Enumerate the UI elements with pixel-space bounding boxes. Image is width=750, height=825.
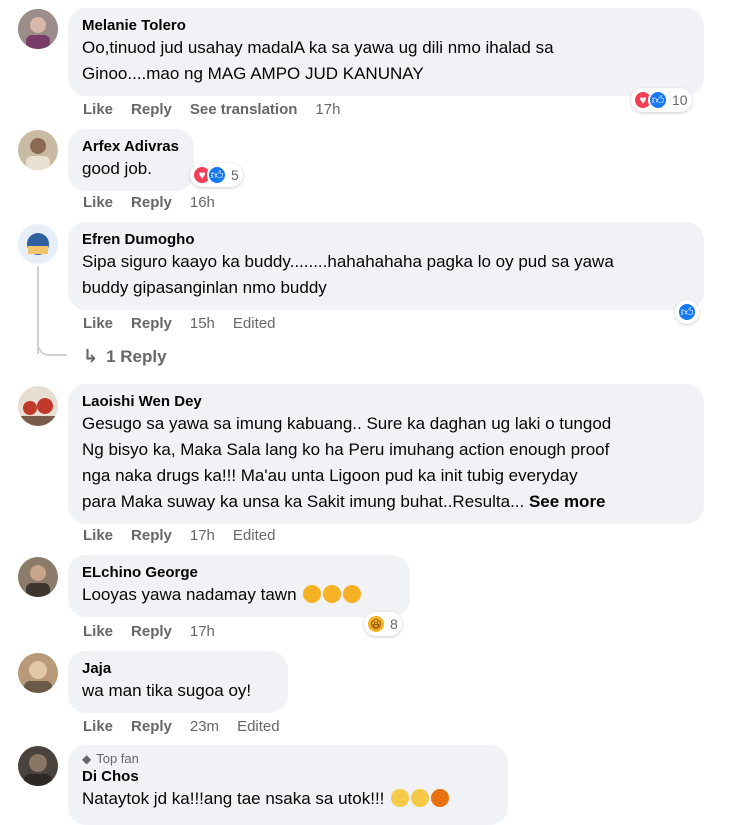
like-icon: 👍︎ — [677, 302, 697, 322]
reply-button[interactable]: Reply — [131, 623, 172, 640]
comment-bubble: ◆ Top fan Di Chos Nataytok jd ka!!!ang t… — [68, 745, 508, 825]
comment-author[interactable]: Jaja — [82, 659, 274, 678]
comment-text-fragment: para Maka suway ka unsa ka Sakit imung b… — [82, 492, 525, 511]
comment-bubble: Jaja wa man tika sugoa oy! — [68, 651, 288, 713]
comment-text-fragment: Nataytok jd ka!!!ang tae nsaka sa utok!!… — [82, 789, 385, 808]
like-button[interactable]: Like — [83, 101, 113, 118]
reaction-count: 5 — [231, 167, 239, 183]
reaction-summary[interactable]: 😆︎ 8 — [364, 612, 402, 636]
comment-text-fragment: Looyas yawa nadamay tawn — [82, 585, 297, 604]
top-fan-badge: ◆ Top fan — [82, 751, 494, 767]
like-button[interactable]: Like — [83, 194, 113, 211]
comment-text-line: Gesugo sa yawa sa imung kabuang.. Sure k… — [82, 414, 612, 433]
comment-actions: Like Reply 15h Edited — [83, 315, 293, 332]
comment-text-line: Sipa siguro kaayo ka buddy........hahaha… — [82, 252, 614, 271]
comment-text-line: para Maka suway ka unsa ka Sakit imung b… — [82, 489, 690, 515]
timestamp[interactable]: 17h — [190, 623, 215, 640]
reaction-count: 8 — [390, 616, 398, 632]
avatar[interactable] — [18, 386, 58, 426]
avatar[interactable] — [18, 557, 58, 597]
comment-author[interactable]: Arfex Adivras — [82, 137, 180, 156]
avatar[interactable] — [18, 653, 58, 693]
comment-bubble: Melanie Tolero Oo,tinuod jud usahay mada… — [68, 8, 704, 96]
comment-bubble: Laoishi Wen Dey Gesugo sa yawa sa imung … — [68, 384, 704, 524]
reply-button[interactable]: Reply — [131, 315, 172, 332]
laughing-emoji-icon — [323, 585, 342, 603]
like-button[interactable]: Like — [83, 718, 113, 735]
comment-text-line: Looyas yawa nadamay tawn — [82, 582, 396, 608]
angry-emoji-icon — [431, 789, 450, 807]
comment-actions: Like Reply 17h Edited — [83, 527, 293, 544]
comment-author[interactable]: ELchino George — [82, 563, 396, 582]
edited-label: Edited — [232, 315, 276, 332]
comment-bubble: Arfex Adivras good job. — [68, 129, 194, 191]
edited-label: Edited — [237, 718, 280, 735]
sad-emoji-icon — [411, 789, 430, 807]
avatar[interactable] — [18, 224, 58, 264]
comment-bubble: Efren Dumogho Sipa siguro kaayo ka buddy… — [68, 222, 704, 310]
comment-text-line: Ng bisyo ka, Maka Sala lang ko ha Peru i… — [82, 440, 610, 459]
comment-text-line: nga naka drugs ka!!! Ma'au unta Ligoon p… — [82, 466, 578, 485]
comment-actions: Like Reply 23m Edited — [83, 718, 298, 735]
comment-text-line: Ginoo....mao ng MAG AMPO JUD KANUNAY — [82, 64, 424, 83]
eye-roll-emoji-icon — [391, 789, 410, 807]
replies-count: 1 Reply — [106, 346, 167, 366]
timestamp[interactable]: 17h — [315, 101, 340, 118]
timestamp[interactable]: 17h — [190, 527, 215, 544]
laughing-emoji-icon — [343, 585, 362, 603]
timestamp[interactable]: 15h — [190, 315, 215, 332]
comment-text-line: Oo,tinuod jud usahay madalA ka sa yawa u… — [82, 38, 554, 57]
reply-button[interactable]: Reply — [131, 718, 172, 735]
comment-text-line: wa man tika sugoa oy! — [82, 681, 252, 700]
timestamp[interactable]: 23m — [190, 718, 219, 735]
comment-author[interactable]: Di Chos — [82, 767, 494, 786]
comment-text-line: good job. — [82, 159, 152, 178]
reaction-summary[interactable]: ♥ 👍︎ 5 — [190, 163, 243, 187]
like-icon: 👍︎ — [207, 165, 227, 185]
comment-author[interactable]: Melanie Tolero — [82, 16, 690, 35]
reaction-summary[interactable]: ♥ 👍︎ 10 — [631, 88, 692, 112]
view-replies-link[interactable]: ↳ 1 Reply — [83, 346, 167, 367]
timestamp[interactable]: 16h — [190, 194, 215, 211]
laughing-emoji-icon — [303, 585, 322, 603]
diamond-icon: ◆ — [82, 752, 92, 766]
comment-text-line: buddy gipasanginlan nmo buddy — [82, 278, 327, 297]
edited-label: Edited — [232, 527, 276, 544]
like-button[interactable]: Like — [83, 527, 113, 544]
haha-icon: 😆︎ — [366, 614, 386, 634]
like-button[interactable]: Like — [83, 315, 113, 332]
comment-bubble: ELchino George Looyas yawa nadamay tawn — [68, 555, 410, 617]
reaction-summary[interactable]: 👍︎ — [675, 300, 699, 324]
avatar[interactable] — [18, 746, 58, 786]
reply-button[interactable]: Reply — [131, 194, 172, 211]
comment-text-line: Nataytok jd ka!!!ang tae nsaka sa utok!!… — [82, 786, 494, 812]
comment-author[interactable]: Efren Dumogho — [82, 230, 690, 249]
comment-author[interactable]: Laoishi Wen Dey — [82, 392, 690, 411]
like-icon: 👍︎ — [648, 90, 668, 110]
comment-actions: Like Reply 16h — [83, 194, 233, 211]
avatar[interactable] — [18, 9, 58, 49]
like-button[interactable]: Like — [83, 623, 113, 640]
thread-line-curve — [37, 338, 67, 356]
see-more-link[interactable]: See more — [529, 492, 606, 511]
comment-actions: Like Reply 17h — [83, 623, 233, 640]
badge-label: Top fan — [96, 751, 139, 766]
reply-button[interactable]: Reply — [131, 527, 172, 544]
reply-button[interactable]: Reply — [131, 101, 172, 118]
avatar[interactable] — [18, 130, 58, 170]
see-translation-link[interactable]: See translation — [190, 101, 298, 118]
reaction-count: 10 — [672, 92, 688, 108]
comment-actions: Like Reply See translation 17h — [83, 101, 358, 118]
reply-arrow-icon: ↳ — [83, 346, 99, 366]
